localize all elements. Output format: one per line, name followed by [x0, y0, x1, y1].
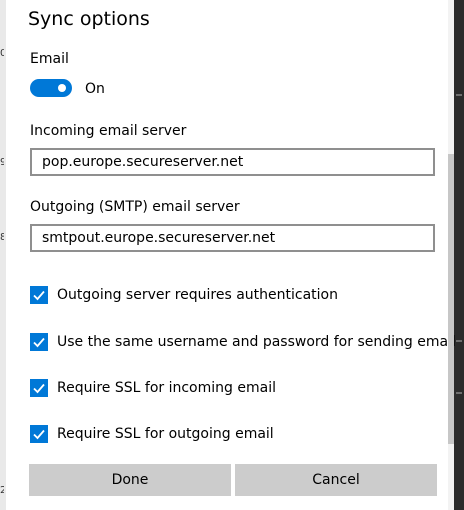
toggle-knob: [58, 84, 66, 92]
checkbox-label: Require SSL for incoming email: [57, 380, 276, 396]
checkbox-checked-icon[interactable]: [30, 379, 48, 397]
done-button[interactable]: Done: [29, 464, 231, 496]
outgoing-server-input[interactable]: smtpout.europe.secureserver.net: [30, 224, 435, 252]
scrollbar-thumb[interactable]: [448, 154, 454, 444]
checkbox-checked-icon[interactable]: [30, 286, 48, 304]
background-fragment: 9: [0, 157, 4, 168]
dialog-scrollbar[interactable]: [448, 0, 454, 510]
email-label: Email: [30, 51, 69, 67]
background-fragment: 2: [0, 485, 4, 496]
background-fragment: 8: [0, 232, 4, 243]
background-fragment: [456, 340, 462, 342]
checkbox-checked-icon[interactable]: [30, 425, 48, 443]
dialog-title: Sync options: [28, 8, 150, 30]
sync-options-dialog: Sync options Email On Incoming email ser…: [6, 0, 456, 510]
outgoing-server-label: Outgoing (SMTP) email server: [30, 199, 240, 215]
background-fragment: 0: [0, 48, 4, 59]
background-window-right-edge: [454, 0, 464, 510]
background-fragment: [456, 392, 462, 394]
checkbox-label: Use the same username and password for s…: [57, 334, 456, 350]
checkbox-label: Require SSL for outgoing email: [57, 426, 274, 442]
cancel-button[interactable]: Cancel: [235, 464, 437, 496]
checkbox-label: Outgoing server requires authentication: [57, 287, 338, 303]
toggle-state-label: On: [85, 81, 105, 97]
checkbox-checked-icon[interactable]: [30, 333, 48, 351]
incoming-server-input[interactable]: pop.europe.secureserver.net: [30, 148, 435, 176]
incoming-server-label: Incoming email server: [30, 123, 187, 139]
email-toggle[interactable]: [30, 79, 72, 97]
background-fragment: [456, 94, 462, 96]
